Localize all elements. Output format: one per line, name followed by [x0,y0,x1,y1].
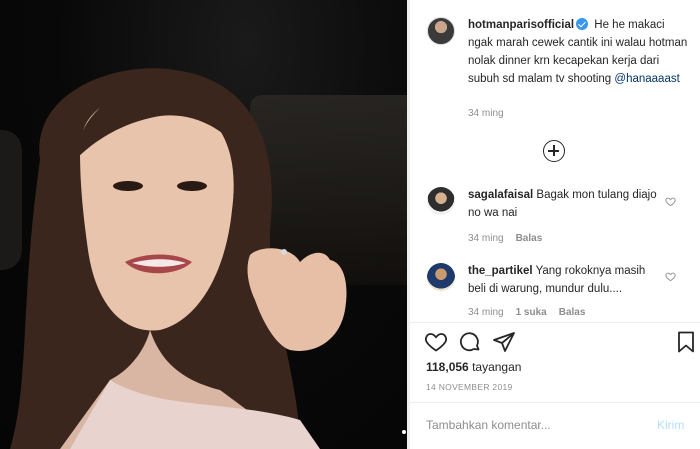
author-avatar[interactable] [427,17,455,45]
comment-avatar-sagalafaisal[interactable] [427,187,455,215]
action-bar [424,330,694,354]
reply-button[interactable]: Balas [516,233,543,244]
comment-timestamp[interactable]: 34 ming [468,233,504,244]
post-caption: hotmanparisofficial He he makaci ngak ma… [468,16,690,88]
caption-timestamp[interactable]: 34 ming [468,108,504,119]
view-count-label: tayangan [472,360,522,374]
comment-likes[interactable]: 1 suka [516,307,547,318]
comment-avatar-the-partikel[interactable] [427,263,455,291]
person-illustration [10,68,406,449]
post-video[interactable] [0,0,409,449]
plus-circle-icon[interactable] [543,140,565,162]
comment-bubble-icon[interactable] [458,330,482,354]
section-divider [410,322,700,323]
comment-timestamp[interactable]: 34 ming [468,307,504,318]
comment-username[interactable]: sagalafaisal [468,189,533,201]
comment-meta: 34 ming Balas [468,233,542,244]
post-comment-button[interactable]: Kirim [657,418,684,432]
post-details-panel: hotmanparisofficial He he makaci ngak ma… [409,0,700,449]
verified-badge-icon [576,18,589,30]
paper-plane-icon[interactable] [492,330,516,354]
caption-mention[interactable]: @hanaaaast [614,73,679,85]
author-username[interactable]: hotmanparisofficial [468,19,574,31]
bookmark-icon[interactable] [674,330,698,354]
heart-icon[interactable] [665,271,676,282]
comment-meta: 34 ming 1 suka Balas [468,307,585,318]
comment-item: sagalafaisal Bagak mon tulang diajo no w… [468,186,663,222]
view-count-number: 118,056 [426,360,469,374]
comment-username[interactable]: the_partikel [468,265,533,277]
view-count[interactable]: 118,056 tayangan [426,360,521,374]
comment-input[interactable]: Tambahkan komentar... [426,418,551,432]
heart-icon[interactable] [665,196,676,207]
reply-button[interactable]: Balas [559,307,586,318]
post-date[interactable]: 14 NOVEMBER 2019 [426,382,513,392]
heart-icon[interactable] [424,330,448,354]
section-divider [410,402,700,403]
comment-item: the_partikel Yang rokoknya masih beli di… [468,262,663,298]
